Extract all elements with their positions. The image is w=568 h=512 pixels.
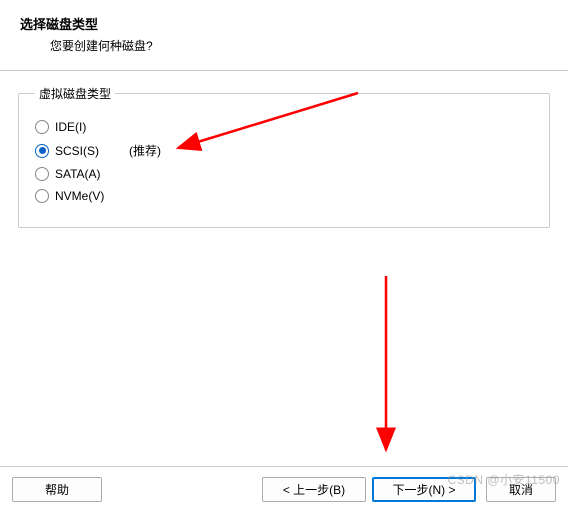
radio-label: SATA(A) [55, 167, 101, 181]
radio-option-sata[interactable]: SATA(A) [35, 167, 533, 181]
radio-icon[interactable] [35, 120, 49, 134]
radio-option-ide[interactable]: IDE(I) [35, 120, 533, 134]
radio-icon[interactable] [35, 144, 49, 158]
page-subtitle: 您要创建何种磁盘? [50, 37, 548, 54]
radio-option-nvme[interactable]: NVMe(V) [35, 189, 533, 203]
radio-icon[interactable] [35, 167, 49, 181]
disk-type-group: 虚拟磁盘类型 IDE(I) SCSI(S) (推荐) SATA(A) NVMe(… [18, 85, 550, 228]
content-area: 虚拟磁盘类型 IDE(I) SCSI(S) (推荐) SATA(A) NVMe(… [0, 71, 568, 242]
help-button[interactable]: 帮助 [12, 477, 102, 502]
radio-icon[interactable] [35, 189, 49, 203]
recommend-text: (推荐) [129, 142, 161, 159]
radio-label: SCSI(S) [55, 144, 99, 158]
wizard-footer: 帮助 < 上一步(B) 下一步(N) > 取消 [0, 466, 568, 512]
next-button[interactable]: 下一步(N) > [372, 477, 476, 502]
page-title: 选择磁盘类型 [20, 14, 548, 33]
radio-label: IDE(I) [55, 120, 86, 134]
radio-option-scsi[interactable]: SCSI(S) (推荐) [35, 142, 533, 159]
wizard-header: 选择磁盘类型 您要创建何种磁盘? [0, 0, 568, 64]
cancel-button[interactable]: 取消 [486, 477, 556, 502]
back-button[interactable]: < 上一步(B) [262, 477, 366, 502]
radio-label: NVMe(V) [55, 189, 104, 203]
group-legend: 虚拟磁盘类型 [35, 85, 115, 102]
